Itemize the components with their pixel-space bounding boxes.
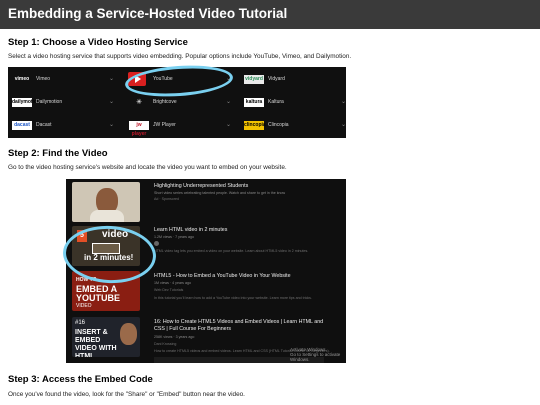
chevron-down-icon: ⌄: [108, 122, 114, 128]
service-item-jw-player[interactable]: jw player JW Player ⌄: [125, 114, 237, 137]
service-item-dailymotion[interactable]: dailymotion Dailymotion ⌄: [8, 91, 120, 114]
video-meta-4: 258K views · 3 years ago: [154, 335, 195, 339]
video-meta-1: Short video series celebrating talented …: [154, 191, 286, 195]
chevron-down-icon: ⌄: [225, 99, 231, 105]
video-meta-3: 1M views · 4 years ago: [154, 281, 191, 285]
jw-player-logo: jw player: [129, 121, 149, 137]
brightcove-logo: ✳: [136, 99, 142, 106]
video-thumbnail-4[interactable]: #16 INSERT & EMBED VIDEO WITH HTML: [72, 317, 140, 357]
service-label: Kaltura: [268, 99, 284, 105]
service-label: Dacast: [36, 122, 52, 128]
step1-text: Select a video hosting service that supp…: [8, 53, 352, 60]
step2-heading: Step 2: Find the Video: [8, 148, 108, 159]
dailymotion-logo: dailymotion: [12, 98, 41, 107]
video-title-1[interactable]: Highlighting Underrepresented Students: [154, 183, 248, 189]
chevron-down-icon: ⌄: [108, 99, 114, 105]
chevron-down-icon: ⌄: [340, 122, 346, 128]
service-item-vidyard[interactable]: vidyard Vidyard: [240, 68, 352, 91]
service-item-clincopia[interactable]: clincopia Clincopia ⌄: [240, 114, 352, 137]
windows-watermark: Activate Windows Go to Settings to activ…: [290, 347, 346, 362]
service-label: Vidyard: [268, 76, 285, 82]
video-meta-2: 1.2M views · 7 years ago: [154, 235, 194, 239]
thumb-text-insert: INSERT & EMBED VIDEO WITH HTML: [75, 329, 117, 357]
channel-avatar[interactable]: [154, 241, 159, 246]
vimeo-logo: vimeo: [14, 76, 30, 82]
service-label: Brightcove: [153, 99, 177, 105]
thumb-text-video-label: VIDEO: [76, 303, 92, 309]
video-title-2[interactable]: Learn HTML video in 2 minutes: [154, 227, 227, 233]
video-title-4[interactable]: 16: How to Create HTML5 Videos and Embed…: [154, 319, 334, 333]
video-channel-3: Web Dev Tutorials: [154, 288, 184, 292]
step2-text: Go to the video hosting service's websit…: [8, 164, 287, 171]
step1-heading: Step 1: Choose a Video Hosting Service: [8, 37, 188, 48]
video-desc-3: In this tutorial you'll learn how to add…: [154, 296, 312, 300]
chevron-down-icon: ⌄: [225, 122, 231, 128]
service-item-dacast[interactable]: dacast Dacast ⌄: [8, 114, 120, 137]
video-title-3[interactable]: HTML5 - How to Embed a YouTube Video in …: [154, 273, 291, 279]
clincopia-logo: clincopia: [244, 121, 266, 130]
page-header: Embedding a Service-Hosted Video Tutoria…: [0, 0, 540, 29]
service-item-vimeo[interactable]: vimeo Vimeo ⌄: [8, 68, 120, 91]
service-label: Clincopia: [268, 122, 289, 128]
thumb-text-number: #16: [75, 320, 86, 326]
page-title: Embedding a Service-Hosted Video Tutoria…: [8, 6, 288, 21]
kaltura-logo: kaltura: [244, 98, 264, 107]
chevron-down-icon: ⌄: [340, 99, 346, 105]
step3-text: Once you've found the video, look for th…: [8, 391, 245, 398]
service-label: Dailymotion: [36, 99, 63, 105]
watermark-line-2: Go to Settings to activate Windows.: [290, 352, 341, 362]
vidyard-logo: vidyard: [244, 75, 264, 84]
dacast-logo: dacast: [12, 121, 32, 130]
thumb-text-embed: EMBED A YOUTUBE: [76, 284, 121, 303]
service-item-kaltura[interactable]: kaltura Kaltura ⌄: [240, 91, 352, 114]
video-channel-4: Dani Krossing: [154, 342, 177, 346]
video-thumbnail-1[interactable]: [72, 182, 140, 222]
video-channel-1: Ad · Sponsored: [154, 197, 179, 201]
video-desc-2: HTML video tag lets you embed a video on…: [154, 249, 309, 253]
service-label: JW Player: [153, 122, 176, 128]
service-label: Vimeo: [36, 76, 51, 82]
step3-heading: Step 3: Access the Embed Code: [8, 374, 153, 385]
chevron-down-icon: ⌄: [108, 76, 114, 82]
